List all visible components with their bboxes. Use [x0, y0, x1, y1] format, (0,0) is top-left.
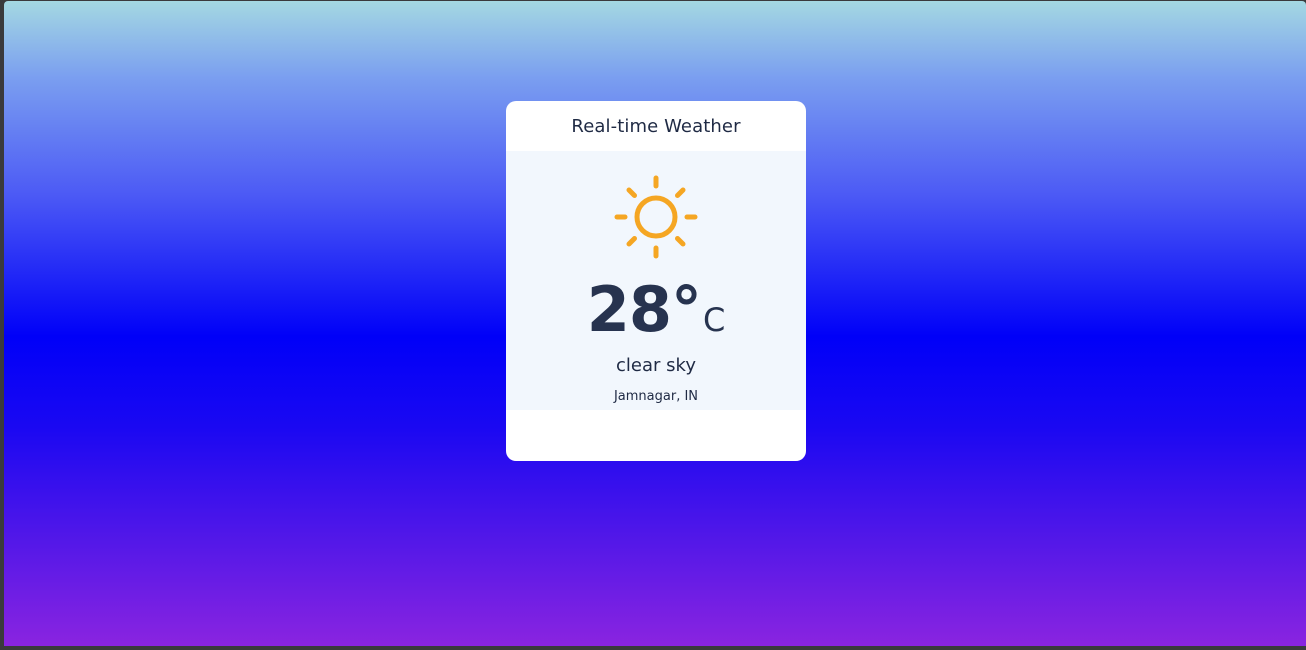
- app-viewport: Real-time Weather 28°C clear sky Jamnaga…: [4, 1, 1306, 646]
- sun-icon: [614, 175, 698, 259]
- card-title: Real-time Weather: [571, 115, 741, 137]
- weather-body: 28°C clear sky Jamnagar, IN: [506, 151, 806, 410]
- weather-description: clear sky: [616, 355, 696, 376]
- temperature-display: 28°C: [506, 273, 806, 346]
- location-label: Jamnagar, IN: [613, 389, 699, 404]
- temperature-unit: C: [702, 301, 726, 339]
- weather-card: Real-time Weather 28°C clear sky Jamnaga…: [506, 101, 806, 461]
- temperature-value: 28°: [586, 273, 702, 346]
